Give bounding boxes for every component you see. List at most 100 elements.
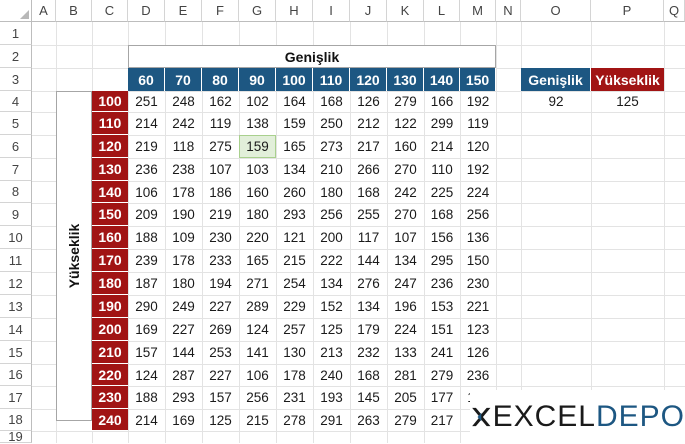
value-cell[interactable]: 260 xyxy=(276,181,313,203)
value-cell[interactable]: 279 xyxy=(424,364,460,386)
row-header-4[interactable]: 4 xyxy=(0,91,32,112)
value-cell[interactable]: 187 xyxy=(128,272,165,295)
select-all-corner[interactable] xyxy=(0,0,32,22)
height-header-cell[interactable]: 150 xyxy=(92,203,128,226)
height-header-cell[interactable]: 220 xyxy=(92,364,128,386)
value-cell[interactable]: 106 xyxy=(239,364,276,386)
value-cell[interactable]: 214 xyxy=(128,409,165,431)
height-header-cell[interactable]: 140 xyxy=(92,181,128,203)
value-cell[interactable]: 287 xyxy=(165,364,202,386)
value-cell[interactable]: 221 xyxy=(460,295,496,318)
value-cell[interactable]: 178 xyxy=(165,249,202,272)
value-cell[interactable]: 107 xyxy=(202,158,239,181)
value-cell[interactable]: 120 xyxy=(460,135,496,158)
value-cell[interactable]: 213 xyxy=(313,341,350,364)
value-cell[interactable]: 117 xyxy=(350,226,387,249)
width-header-cell[interactable]: 110 xyxy=(313,68,350,91)
column-header-b[interactable]: B xyxy=(56,0,92,22)
width-header-cell[interactable]: 90 xyxy=(239,68,276,91)
column-header-j[interactable]: J xyxy=(350,0,387,22)
width-header-cell[interactable]: 70 xyxy=(165,68,202,91)
value-cell[interactable]: 236 xyxy=(460,364,496,386)
row-header-8[interactable]: 8 xyxy=(0,181,32,203)
value-cell[interactable]: 255 xyxy=(350,203,387,226)
row-header-2[interactable]: 2 xyxy=(0,45,32,68)
value-cell[interactable]: 110 xyxy=(424,158,460,181)
value-cell[interactable]: 126 xyxy=(460,341,496,364)
row-header-9[interactable]: 9 xyxy=(0,203,32,226)
value-cell[interactable]: 290 xyxy=(128,295,165,318)
value-cell[interactable]: 229 xyxy=(276,295,313,318)
value-cell[interactable]: 165 xyxy=(276,135,313,158)
height-header-cell[interactable]: 170 xyxy=(92,249,128,272)
value-cell[interactable]: 214 xyxy=(424,135,460,158)
value-cell[interactable]: 151 xyxy=(424,318,460,341)
column-header-m[interactable]: M xyxy=(460,0,496,22)
value-cell[interactable]: 278 xyxy=(276,409,313,431)
value-cell[interactable]: 150 xyxy=(460,249,496,272)
column-header-c[interactable]: C xyxy=(92,0,128,22)
value-cell[interactable]: 231 xyxy=(276,386,313,409)
value-cell[interactable]: 122 xyxy=(387,112,424,135)
value-cell[interactable]: 138 xyxy=(239,112,276,135)
value-cell[interactable]: 141 xyxy=(239,341,276,364)
column-header-g[interactable]: G xyxy=(239,0,276,22)
height-header-cell[interactable]: 200 xyxy=(92,318,128,341)
column-header-i[interactable]: I xyxy=(313,0,350,22)
value-cell[interactable]: 193 xyxy=(313,386,350,409)
value-cell[interactable]: 257 xyxy=(276,318,313,341)
value-cell[interactable]: 124 xyxy=(239,318,276,341)
value-cell[interactable]: 227 xyxy=(165,318,202,341)
width-header-cell[interactable]: 120 xyxy=(350,68,387,91)
row-header-5[interactable]: 5 xyxy=(0,112,32,135)
height-header-cell[interactable]: 180 xyxy=(92,272,128,295)
value-cell[interactable]: 219 xyxy=(128,135,165,158)
value-cell[interactable]: 180 xyxy=(239,203,276,226)
value-cell[interactable]: 178 xyxy=(165,181,202,203)
value-cell[interactable]: 227 xyxy=(202,295,239,318)
value-cell[interactable]: 123 xyxy=(460,318,496,341)
value-cell[interactable]: 219 xyxy=(202,203,239,226)
value-cell[interactable]: 157 xyxy=(128,341,165,364)
value-cell[interactable]: 295 xyxy=(424,249,460,272)
value-cell[interactable]: 275 xyxy=(202,135,239,158)
value-cell[interactable]: 242 xyxy=(165,112,202,135)
value-cell[interactable]: 168 xyxy=(350,181,387,203)
value-cell[interactable]: 106 xyxy=(128,181,165,203)
height-header-cell[interactable]: 230 xyxy=(92,386,128,409)
value-cell[interactable]: 121 xyxy=(276,226,313,249)
row-header-10[interactable]: 10 xyxy=(0,226,32,249)
value-cell[interactable]: 134 xyxy=(313,272,350,295)
value-cell[interactable]: 196 xyxy=(387,295,424,318)
column-header-l[interactable]: L xyxy=(424,0,460,22)
value-cell[interactable]: 232 xyxy=(350,341,387,364)
value-cell[interactable]: 210 xyxy=(313,158,350,181)
value-cell[interactable]: 239 xyxy=(128,249,165,272)
height-header-cell[interactable]: 240 xyxy=(92,409,128,431)
width-header-cell[interactable]: 80 xyxy=(202,68,239,91)
value-cell[interactable]: 271 xyxy=(239,272,276,295)
value-cell[interactable]: 168 xyxy=(313,91,350,112)
row-header-18[interactable]: 18 xyxy=(0,409,32,431)
value-cell[interactable]: 162 xyxy=(202,91,239,112)
column-header-f[interactable]: F xyxy=(202,0,239,22)
value-cell[interactable]: 279 xyxy=(387,409,424,431)
value-cell[interactable]: 242 xyxy=(387,181,424,203)
value-cell[interactable]: 180 xyxy=(165,272,202,295)
value-cell[interactable]: 270 xyxy=(387,203,424,226)
value-cell[interactable]: 160 xyxy=(239,181,276,203)
value-cell[interactable]: 144 xyxy=(165,341,202,364)
value-cell[interactable]: 168 xyxy=(350,364,387,386)
value-cell[interactable]: 192 xyxy=(460,91,496,112)
value-cell[interactable]: 124 xyxy=(128,364,165,386)
value-cell[interactable]: 177 xyxy=(424,386,460,409)
value-cell[interactable]: 225 xyxy=(424,181,460,203)
width-header-cell[interactable]: 150 xyxy=(460,68,496,91)
row-header-15[interactable]: 15 xyxy=(0,341,32,364)
value-cell[interactable]: 299 xyxy=(424,112,460,135)
value-cell[interactable]: 179 xyxy=(350,318,387,341)
value-cell[interactable]: 263 xyxy=(350,409,387,431)
value-cell[interactable]: 224 xyxy=(387,318,424,341)
row-header-12[interactable]: 12 xyxy=(0,272,32,295)
value-cell[interactable]: 230 xyxy=(202,226,239,249)
